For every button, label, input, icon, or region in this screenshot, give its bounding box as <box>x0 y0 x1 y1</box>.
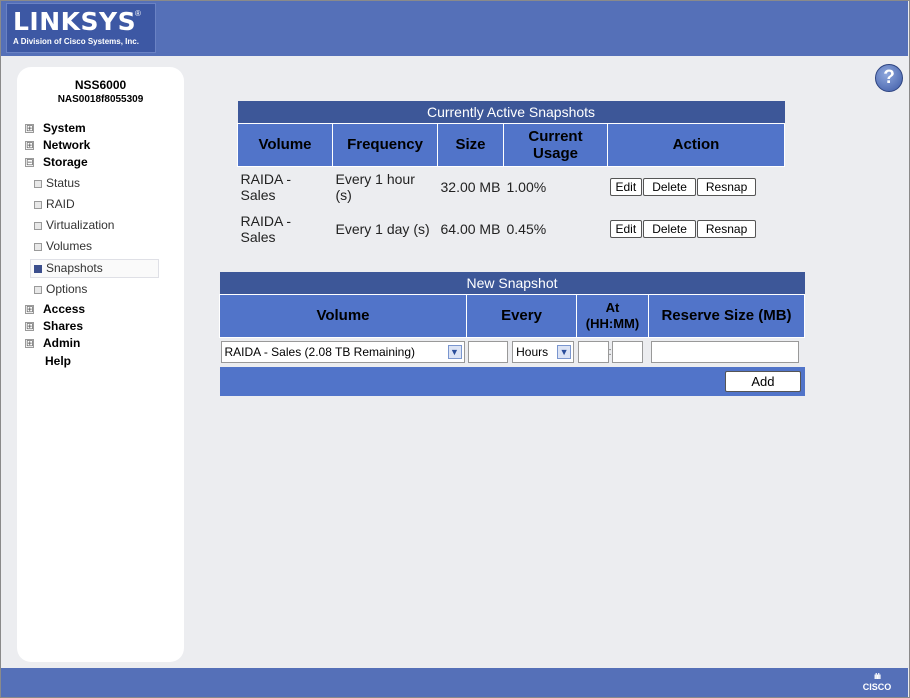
hour-input[interactable] <box>577 341 609 364</box>
nav-label: System <box>43 121 86 135</box>
chevron-down-icon: ▼ <box>557 345 572 360</box>
nav-sub-status[interactable]: Status <box>34 176 80 190</box>
nav-sub-virtualization[interactable]: Virtualization <box>34 218 114 232</box>
expand-icon[interactable]: ⊞ <box>25 141 34 151</box>
cell-volume: RAIDA - Sales <box>240 171 292 204</box>
bullet-icon <box>34 264 42 273</box>
nav-item-system[interactable]: ⊞ System <box>25 121 86 135</box>
cell-volume: RAIDA - Sales <box>240 213 292 245</box>
col-reserve-size: Reserve Size (MB) <box>648 293 805 338</box>
bullet-icon <box>34 242 42 251</box>
add-row: Add <box>219 367 805 396</box>
device-model: NSS6000 <box>74 78 127 92</box>
nav-item-storage[interactable]: ⊟ Storage <box>25 155 88 169</box>
cell-reserve-size <box>649 337 805 367</box>
expand-icon[interactable]: ⊞ <box>25 322 34 332</box>
nav-sub-label: Options <box>46 282 88 296</box>
nav-item-admin[interactable]: ⊞ Admin <box>25 336 80 350</box>
bullet-icon <box>34 200 42 209</box>
new-snapshot-table: New Snapshot Volume Every At (HH:MM) Res… <box>219 272 805 396</box>
collapse-icon[interactable]: ⊟ <box>25 158 34 168</box>
cisco-bars-icon: ıIıIı <box>873 672 881 681</box>
device-id: NAS0018f8055309 <box>57 94 144 105</box>
cisco-logo-text: CISCO <box>862 682 892 692</box>
linksys-logo: LINKSYS ® A Division of Cisco Systems, I… <box>6 3 156 53</box>
col-at-time: At (HH:MM) <box>576 293 649 338</box>
nav-item-help[interactable]: Help <box>45 354 71 368</box>
nav-sub-volumes[interactable]: Volumes <box>34 239 92 253</box>
chevron-down-icon: ▼ <box>447 345 462 360</box>
cell-at-time: : <box>577 337 649 367</box>
nav-label: Shares <box>43 319 84 333</box>
bullet-icon <box>34 221 42 230</box>
col-size: Size <box>437 122 504 167</box>
col-current-usage: Current Usage <box>503 122 608 167</box>
logo-registered: ® <box>135 9 141 18</box>
col-volume: Volume <box>237 122 333 167</box>
nav-sub-label: Snapshots <box>46 261 103 275</box>
table-title: New Snapshot <box>219 272 805 294</box>
cell-size: 32.00 MB <box>440 179 501 196</box>
expand-icon[interactable]: ⊞ <box>25 339 34 349</box>
nav-label: Access <box>43 302 86 316</box>
expand-icon[interactable]: ⊞ <box>25 305 34 315</box>
nav-sub-label: RAID <box>46 197 75 211</box>
bottom-bar <box>1 668 908 697</box>
col-every: Every <box>466 293 577 338</box>
unit-select[interactable]: Hours ▼ <box>512 341 575 364</box>
col-volume: Volume <box>219 293 467 338</box>
cell-size: 64.00 MB <box>440 221 501 237</box>
nav-label: Admin <box>43 336 81 350</box>
add-button[interactable]: Add <box>725 371 801 392</box>
nav-sub-label: Volumes <box>46 239 93 253</box>
logo-text: LINKSYS <box>13 7 137 36</box>
nav-sub-raid[interactable]: RAID <box>34 197 75 211</box>
nav-sub-snapshots[interactable]: Snapshots <box>34 261 103 275</box>
cell-frequency: Every 1 day (s) <box>335 221 430 237</box>
resnap-button[interactable]: Resnap <box>696 178 757 197</box>
table-row: RAIDA - Sales Every 1 day (s) 64.00 MB 0… <box>238 208 785 250</box>
col-frequency: Frequency <box>332 122 438 167</box>
nav-item-shares[interactable]: ⊞ Shares <box>25 319 83 333</box>
cisco-logo: ıIıIı CISCO <box>862 672 892 692</box>
cell-every: Hours ▼ <box>467 337 577 367</box>
minute-input[interactable] <box>611 341 643 364</box>
nav-item-network[interactable]: ⊞ Network <box>25 138 90 152</box>
cell-add: Add <box>220 367 805 396</box>
cell-frequency: Every 1 hour (s) <box>335 171 415 204</box>
every-input[interactable] <box>467 341 508 364</box>
table-title: Currently Active Snapshots <box>237 101 785 123</box>
help-icon[interactable]: ? <box>875 64 903 92</box>
nav-sub-label: Virtualization <box>46 218 115 232</box>
reserve-size-input[interactable] <box>650 341 799 364</box>
cell-usage: 1.00% <box>506 179 547 196</box>
cell-actions: Edit Delete Resnap <box>608 208 785 250</box>
table-row: RAIDA - Sales Every 1 hour (s) 32.00 MB … <box>238 166 785 208</box>
nav-sub-label: Status <box>46 176 81 190</box>
bullet-icon <box>34 179 42 188</box>
resnap-button[interactable]: Resnap <box>696 220 757 238</box>
delete-button[interactable]: Delete <box>643 220 696 238</box>
active-snapshots-table: Currently Active Snapshots Volume Freque… <box>237 101 785 250</box>
nav-item-access[interactable]: ⊞ Access <box>25 302 85 316</box>
logo-subtitle: A Division of Cisco Systems, Inc. <box>13 37 139 46</box>
volume-select-value: RAIDA - Sales (2.08 TB Remaining) <box>224 345 416 360</box>
nav-label: Network <box>43 138 91 152</box>
unit-select-value: Hours <box>516 345 549 360</box>
expand-icon[interactable]: ⊞ <box>25 124 34 134</box>
bullet-icon <box>34 285 42 294</box>
nav-sub-options[interactable]: Options <box>34 282 87 296</box>
edit-button[interactable]: Edit <box>609 220 643 238</box>
cell-volume-select: RAIDA - Sales (2.08 TB Remaining) ▼ <box>220 337 467 367</box>
nav-label: Help <box>45 354 72 368</box>
cell-actions: Edit Delete Resnap <box>608 166 785 208</box>
delete-button[interactable]: Delete <box>643 178 696 197</box>
volume-select[interactable]: RAIDA - Sales (2.08 TB Remaining) ▼ <box>220 341 465 364</box>
col-action: Action <box>607 122 785 167</box>
cell-usage: 0.45% <box>506 221 547 237</box>
edit-button[interactable]: Edit <box>609 178 643 197</box>
nav-label: Storage <box>43 155 88 169</box>
